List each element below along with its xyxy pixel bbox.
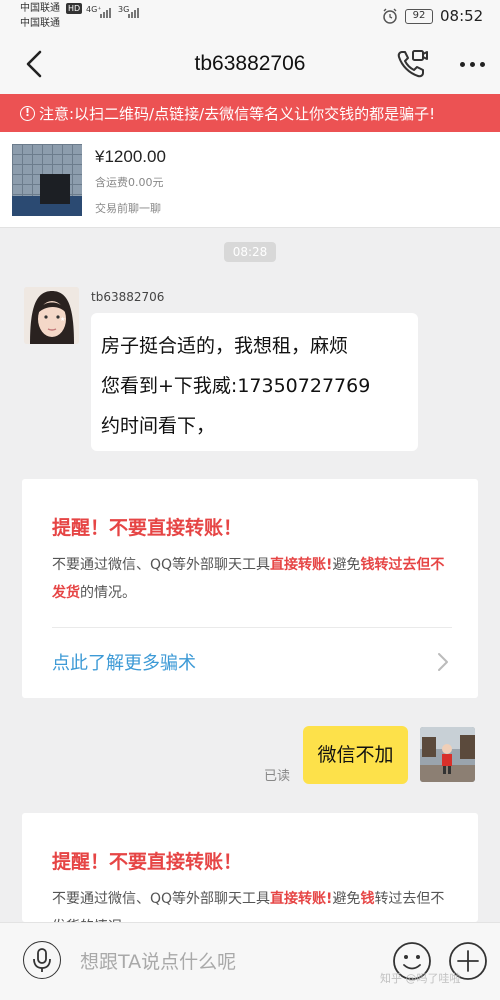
message-input[interactable]	[80, 945, 370, 979]
carrier-label-secondary: 中国联通	[20, 18, 60, 29]
chat-hint: 交易前聊一聊	[95, 202, 161, 215]
svg-text:★: ★	[60, 316, 65, 323]
listing-price: ¥1200.00	[95, 147, 166, 166]
notice-title: 提醒！不要直接转账！	[52, 851, 243, 873]
battery-icon: 92	[405, 9, 433, 24]
scam-warning-text: 注意:以扫二维码/点链接/去微信等名义让你交钱的都是骗子!	[39, 104, 436, 123]
outgoing-message-bubble[interactable]: 微信不加	[303, 726, 408, 784]
alarm-icon	[383, 8, 397, 24]
signal-icon	[100, 8, 111, 18]
learn-more-link[interactable]: 点此了解更多骗术	[52, 649, 196, 675]
carrier-label: 中国联通	[20, 3, 60, 14]
notice-text: 不要通过微信、QQ等外部聊天工具直接转账!避免钱转过去但不发货的情况。	[52, 891, 445, 922]
status-bar: 中国联通 中国联通 HD 4G⁺ 3G 92 08:52	[0, 0, 500, 34]
transfer-warning-card-2: 提醒！不要直接转账！ 不要通过微信、QQ等外部聊天工具直接转账!避免钱转过去但不…	[22, 813, 478, 922]
signal-icon-secondary	[128, 8, 139, 18]
scam-warning-banner: ! 注意:以扫二维码/点链接/去微信等名义让你交钱的都是骗子!	[0, 94, 500, 132]
listing-thumbnail[interactable]	[12, 144, 82, 216]
transfer-warning-card: 提醒！不要直接转账！ 不要通过微信、QQ等外部聊天工具直接转账!避免钱转过去但不…	[22, 479, 478, 698]
my-avatar[interactable]	[420, 727, 475, 782]
watermark: 知乎 @吗了哇啦	[380, 972, 461, 985]
sender-name: tb63882706	[91, 290, 165, 304]
message-line: 您看到+下我威:17350727769	[101, 375, 371, 397]
message-timestamp: 08:28	[224, 242, 276, 262]
shipping-fee: 含运费0.00元	[95, 176, 164, 189]
clock: 08:52	[440, 7, 484, 25]
message-line: 房子挺合适的，我想租，麻烦	[101, 335, 349, 357]
microphone-icon[interactable]	[23, 941, 61, 979]
divider	[52, 627, 452, 628]
chevron-right-icon[interactable]	[434, 651, 452, 673]
message-line: 约时间看下，	[101, 415, 216, 437]
notice-title: 提醒！不要直接转账！	[52, 517, 243, 539]
chat-header: tb63882706	[0, 34, 500, 94]
read-receipt: 已读	[264, 769, 291, 784]
avatar[interactable]: ★	[24, 287, 79, 344]
phone-video-icon[interactable]	[394, 46, 430, 82]
more-dots-icon[interactable]	[455, 48, 489, 80]
incoming-message-bubble[interactable]: 房子挺合适的，我想租，麻烦 您看到+下我威:17350727769 约时间看下，	[91, 313, 418, 451]
message-input-bar	[0, 922, 500, 1000]
listing-card[interactable]: ¥1200.00 含运费0.00元 交易前聊一聊	[0, 132, 500, 228]
hd-badge: HD	[66, 3, 83, 14]
notice-text: 不要通过微信、QQ等外部聊天工具直接转账!避免钱转过去但不发货的情况。	[52, 557, 445, 601]
warning-icon: !	[20, 105, 35, 121]
